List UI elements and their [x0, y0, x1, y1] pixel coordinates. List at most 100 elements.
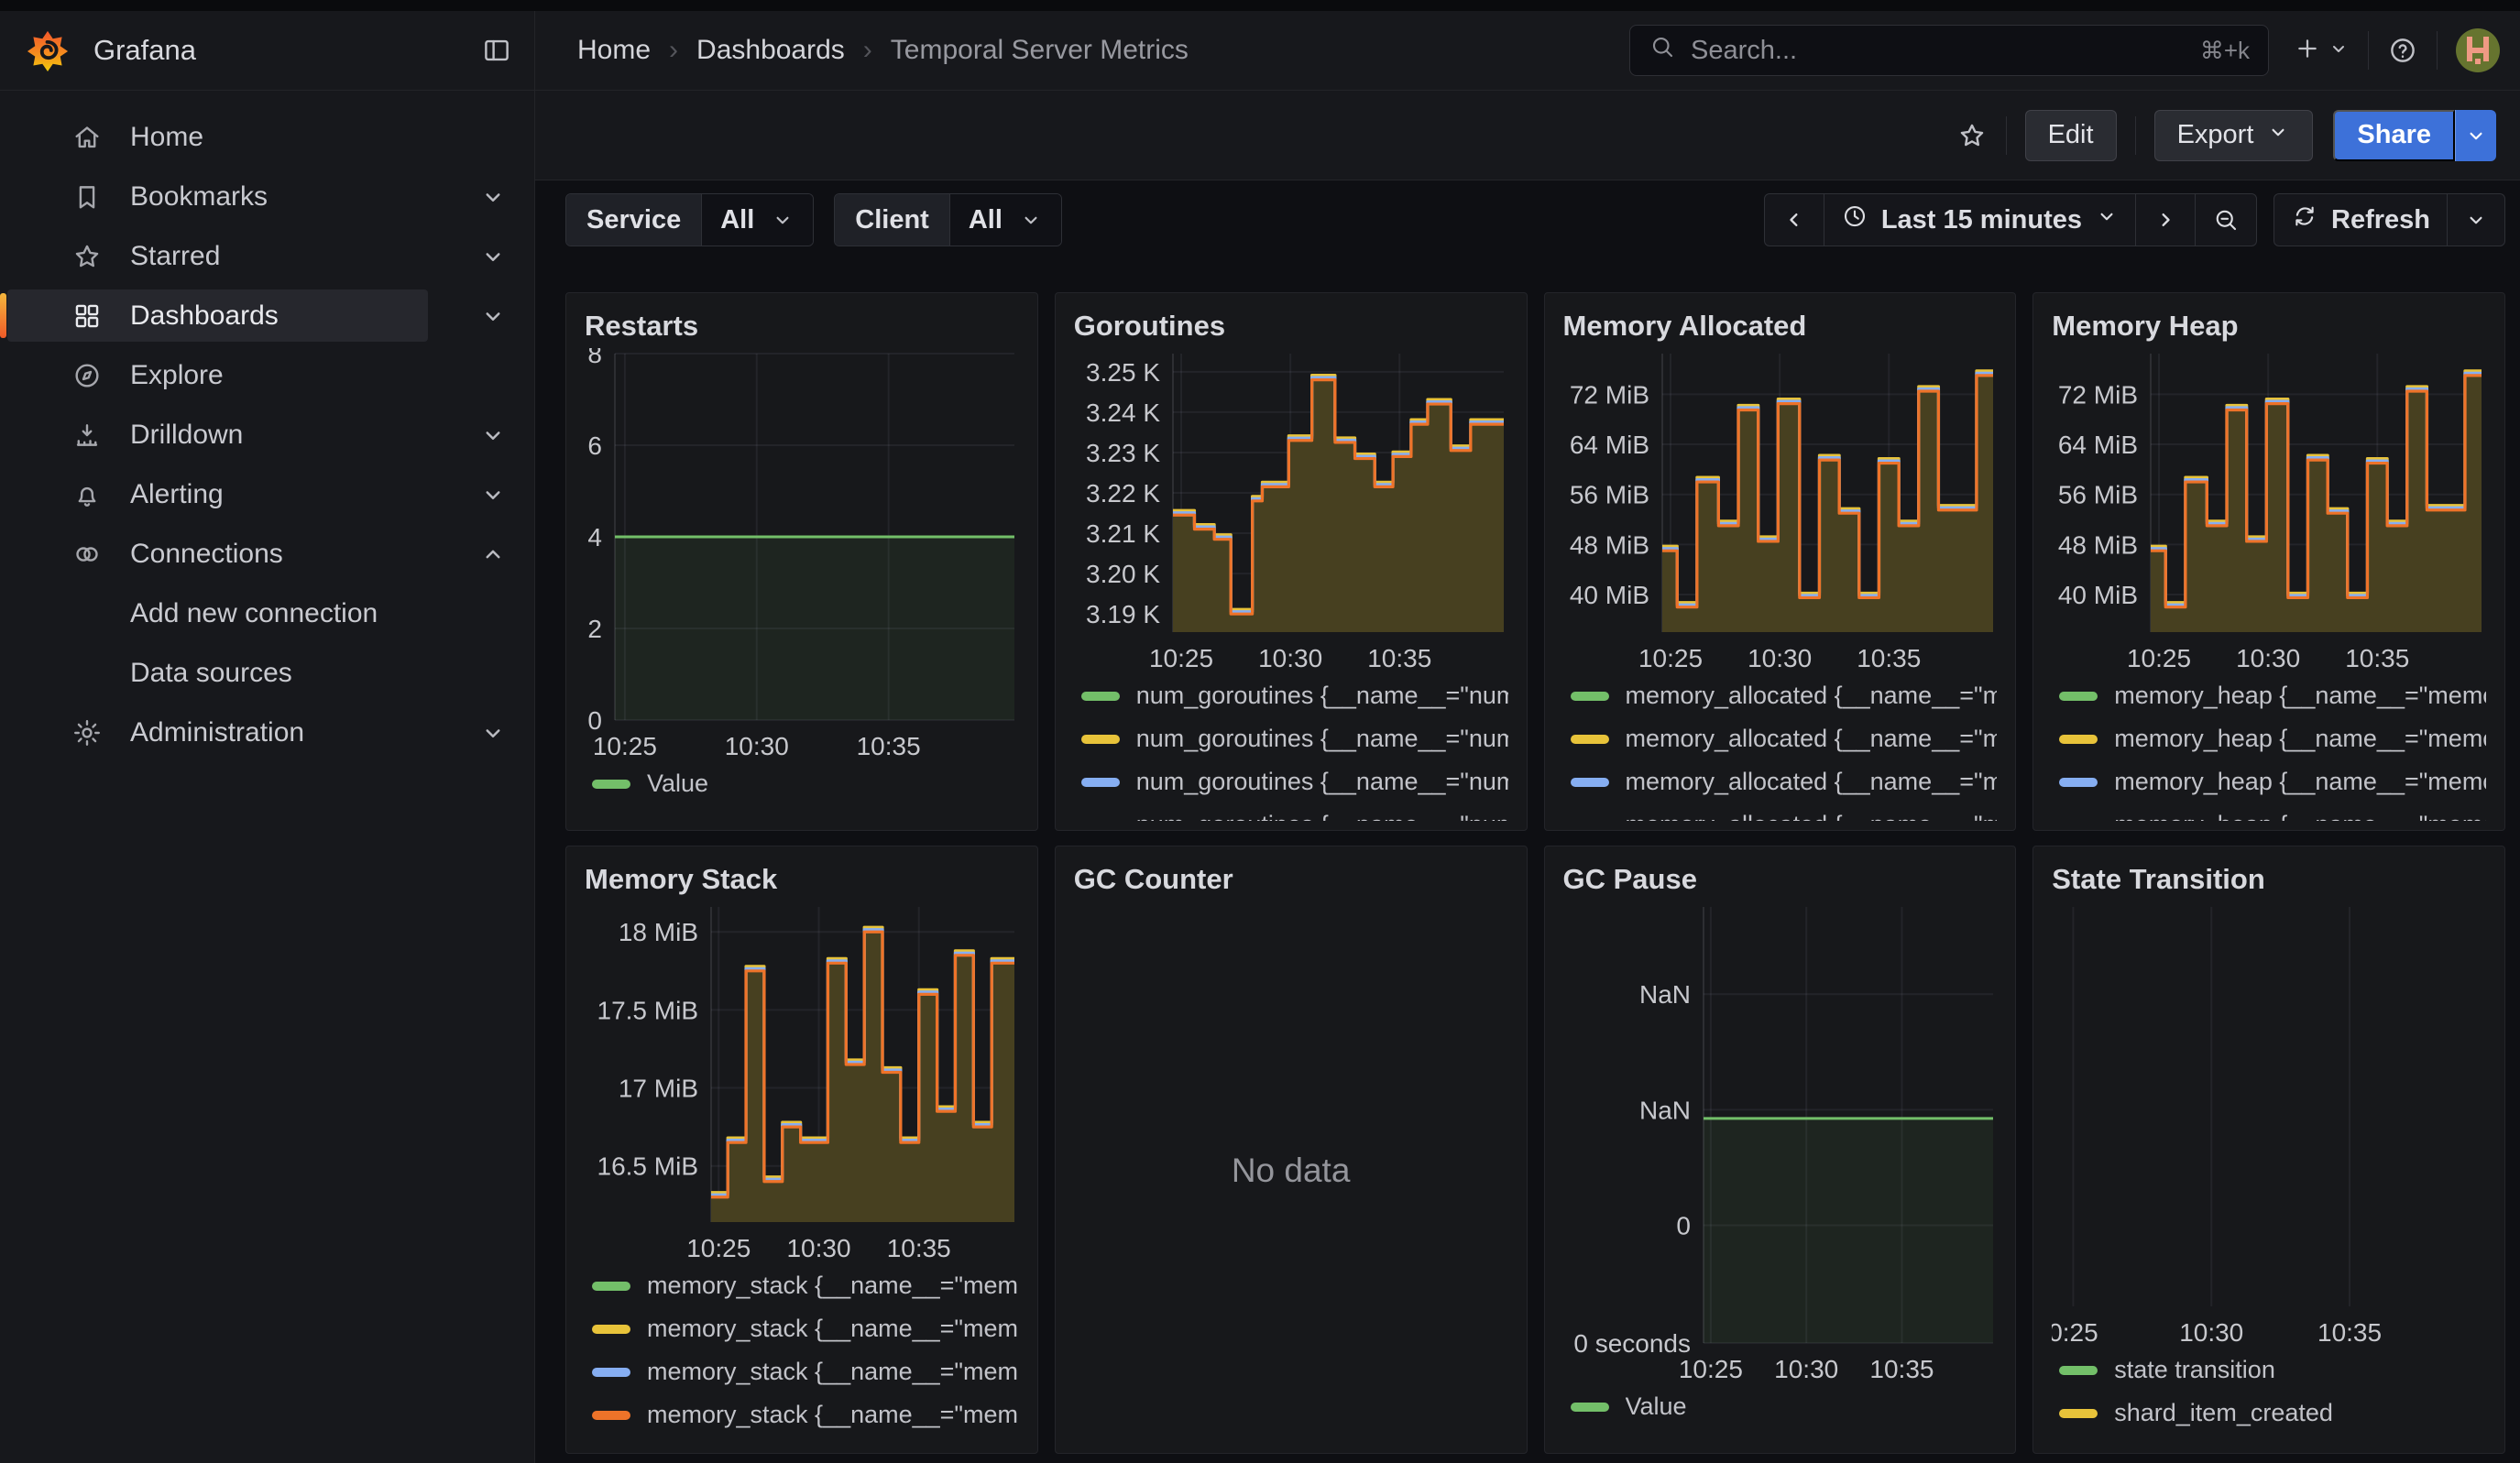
chevron-down-icon[interactable]: [479, 405, 507, 464]
sidebar-item-data-sources[interactable]: Data sources: [0, 643, 534, 703]
sidebar-item-administration[interactable]: Administration: [0, 703, 534, 762]
chart-legend: memory_stack {__name__="memory_smemory_s…: [585, 1264, 1019, 1444]
time-range-button[interactable]: Last 15 minutes: [1824, 194, 2135, 246]
time-series-chart[interactable]: 3.19 K3.20 K3.21 K3.22 K3.23 K3.24 K3.25…: [1074, 348, 1508, 674]
export-button[interactable]: Export: [2154, 110, 2314, 161]
panel-title[interactable]: Memory Heap: [2052, 308, 2486, 344]
chevron-down-icon[interactable]: [479, 226, 507, 286]
search-placeholder: Search...: [1691, 36, 1797, 66]
chart-area[interactable]: 0246810:2510:3010:35: [585, 348, 1019, 762]
time-series-chart[interactable]: 16.5 MiB17 MiB17.5 MiB18 MiB10:2510:3010…: [585, 901, 1019, 1264]
panel-title[interactable]: Goroutines: [1074, 308, 1508, 344]
search-input[interactable]: Search... ⌘+k: [1629, 25, 2269, 76]
sidebar-item-label: Home: [130, 122, 203, 153]
breadcrumb-dashboards[interactable]: Dashboards: [696, 35, 845, 66]
filter-value-dropdown[interactable]: All: [701, 194, 813, 246]
legend-item[interactable]: num_goroutines {__name__="num_go: [1074, 803, 1508, 821]
legend-marker-icon: [2059, 821, 2098, 822]
panel-title[interactable]: Memory Stack: [585, 861, 1019, 898]
svg-text:64 MiB: 64 MiB: [1569, 431, 1649, 459]
time-series-chart[interactable]: 0 seconds0NaNNaN10:2510:3010:35: [1563, 901, 1998, 1385]
legend-item[interactable]: memory_stack {__name__="memory_s: [585, 1264, 1019, 1307]
legend-marker-icon: [2059, 778, 2098, 787]
time-series-chart[interactable]: 40 MiB48 MiB56 MiB64 MiB72 MiB10:2510:30…: [2052, 348, 2486, 674]
legend-item[interactable]: state transition: [2052, 1348, 2486, 1392]
filter-client: ClientAll: [834, 193, 1062, 246]
chevron-down-icon[interactable]: [479, 464, 507, 524]
legend-item[interactable]: Value: [585, 762, 1019, 805]
legend-item[interactable]: Value: [1563, 1385, 1998, 1428]
legend-item[interactable]: memory_allocated {__name__="memc: [1563, 717, 1998, 760]
legend-item[interactable]: num_goroutines {__name__="num_go: [1074, 717, 1508, 760]
time-series-chart[interactable]: 40 MiB48 MiB56 MiB64 MiB72 MiB10:2510:30…: [1563, 348, 1998, 674]
chart-area[interactable]: 16.5 MiB17 MiB17.5 MiB18 MiB10:2510:3010…: [585, 901, 1019, 1264]
legend-item[interactable]: memory_heap {__name__="memory_h: [2052, 760, 2486, 803]
sidebar-item-dashboards[interactable]: Dashboards: [0, 286, 534, 345]
svg-text:10:30: 10:30: [725, 732, 789, 760]
time-series-chart[interactable]: 0246810:2510:3010:35: [585, 348, 1019, 762]
legend-item[interactable]: num_goroutines {__name__="num_go: [1074, 674, 1508, 717]
panel-title[interactable]: GC Pause: [1563, 861, 1998, 898]
panel-title[interactable]: State Transition: [2052, 861, 2486, 898]
sidebar-item-starred[interactable]: Starred: [0, 226, 534, 286]
panel-title[interactable]: GC Counter: [1074, 861, 1508, 898]
legend-item[interactable]: memory_heap {__name__="memory_h: [2052, 717, 2486, 760]
sidebar-item-explore[interactable]: Explore: [0, 345, 534, 405]
legend-item[interactable]: shard_item_created: [2052, 1392, 2486, 1435]
legend-marker-icon: [592, 1411, 630, 1420]
share-menu-button[interactable]: [2455, 110, 2496, 161]
breadcrumb-home[interactable]: Home: [577, 35, 651, 66]
legend-item[interactable]: memory_allocated {__name__="memc: [1563, 760, 1998, 803]
legend-item[interactable]: num_goroutines {__name__="num_go: [1074, 760, 1508, 803]
legend-item[interactable]: memory_allocated {__name__="memc: [1563, 803, 1998, 821]
legend-label: num_goroutines {__name__="num_go: [1136, 768, 1508, 796]
filter-label: Client: [835, 194, 949, 246]
filter-value-dropdown[interactable]: All: [949, 194, 1061, 246]
chart-area[interactable]: 40 MiB48 MiB56 MiB64 MiB72 MiB10:2510:30…: [1563, 348, 1998, 674]
time-series-chart[interactable]: 0:2510:3010:35: [2052, 901, 2486, 1348]
legend-item[interactable]: memory_allocated {__name__="memc: [1563, 674, 1998, 717]
legend-label: num_goroutines {__name__="num_go: [1136, 811, 1508, 821]
edit-button[interactable]: Edit: [2025, 110, 2117, 161]
panel-gc-counter: GC CounterNo data: [1055, 846, 1528, 1454]
chevron-down-icon[interactable]: [479, 703, 507, 762]
legend-item[interactable]: memory_heap {__name__="memory_h: [2052, 674, 2486, 717]
panel-title[interactable]: Restarts: [585, 308, 1019, 344]
legend-item[interactable]: memory_stack {__name__="memory_s: [585, 1393, 1019, 1436]
drilldown-icon: [70, 420, 104, 451]
help-button[interactable]: [2387, 35, 2418, 66]
avatar[interactable]: [2456, 28, 2500, 72]
chart-area[interactable]: 0 seconds0NaNNaN10:2510:3010:35: [1563, 901, 1998, 1385]
svg-text:6: 6: [587, 431, 602, 460]
new-menu-button[interactable]: [2293, 34, 2350, 68]
export-label: Export: [2177, 120, 2254, 150]
favorite-star-icon[interactable]: [1956, 120, 1988, 151]
legend-item[interactable]: memory_heap {__name__="memory_h: [2052, 803, 2486, 821]
zoom-out-button[interactable]: [2195, 194, 2256, 246]
refresh-button[interactable]: Refresh: [2274, 194, 2447, 246]
sidebar-item-bookmarks[interactable]: Bookmarks: [0, 167, 534, 226]
legend-item[interactable]: memory_stack {__name__="memory_s: [585, 1307, 1019, 1350]
svg-text:3.23 K: 3.23 K: [1086, 439, 1160, 467]
chart-area[interactable]: 0:2510:3010:35: [2052, 901, 2486, 1348]
app-name: Grafana: [93, 34, 481, 67]
sidebar-item-home[interactable]: Home: [0, 107, 534, 167]
sidebar-item-connections[interactable]: Connections: [0, 524, 534, 584]
svg-text:3.22 K: 3.22 K: [1086, 479, 1160, 508]
time-back-button[interactable]: [1765, 194, 1824, 246]
sidebar-item-drilldown[interactable]: Drilldown: [0, 405, 534, 464]
chevron-down-icon[interactable]: [479, 167, 507, 226]
legend-item[interactable]: memory_stack {__name__="memory_s: [585, 1350, 1019, 1393]
sidebar-item-add-new-connection[interactable]: Add new connection: [0, 584, 534, 643]
chart-area[interactable]: 3.19 K3.20 K3.21 K3.22 K3.23 K3.24 K3.25…: [1074, 348, 1508, 674]
chart-area[interactable]: 40 MiB48 MiB56 MiB64 MiB72 MiB10:2510:30…: [2052, 348, 2486, 674]
time-forward-button[interactable]: [2135, 194, 2195, 246]
chevron-up-icon[interactable]: [479, 524, 507, 584]
share-button[interactable]: Share: [2333, 110, 2455, 161]
svg-text:72 MiB: 72 MiB: [2058, 380, 2138, 409]
sidebar-item-alerting[interactable]: Alerting: [0, 464, 534, 524]
refresh-interval-button[interactable]: [2447, 194, 2504, 246]
sidebar-toggle-icon[interactable]: [481, 35, 512, 66]
panel-title[interactable]: Memory Allocated: [1563, 308, 1998, 344]
chevron-down-icon[interactable]: [479, 286, 507, 345]
